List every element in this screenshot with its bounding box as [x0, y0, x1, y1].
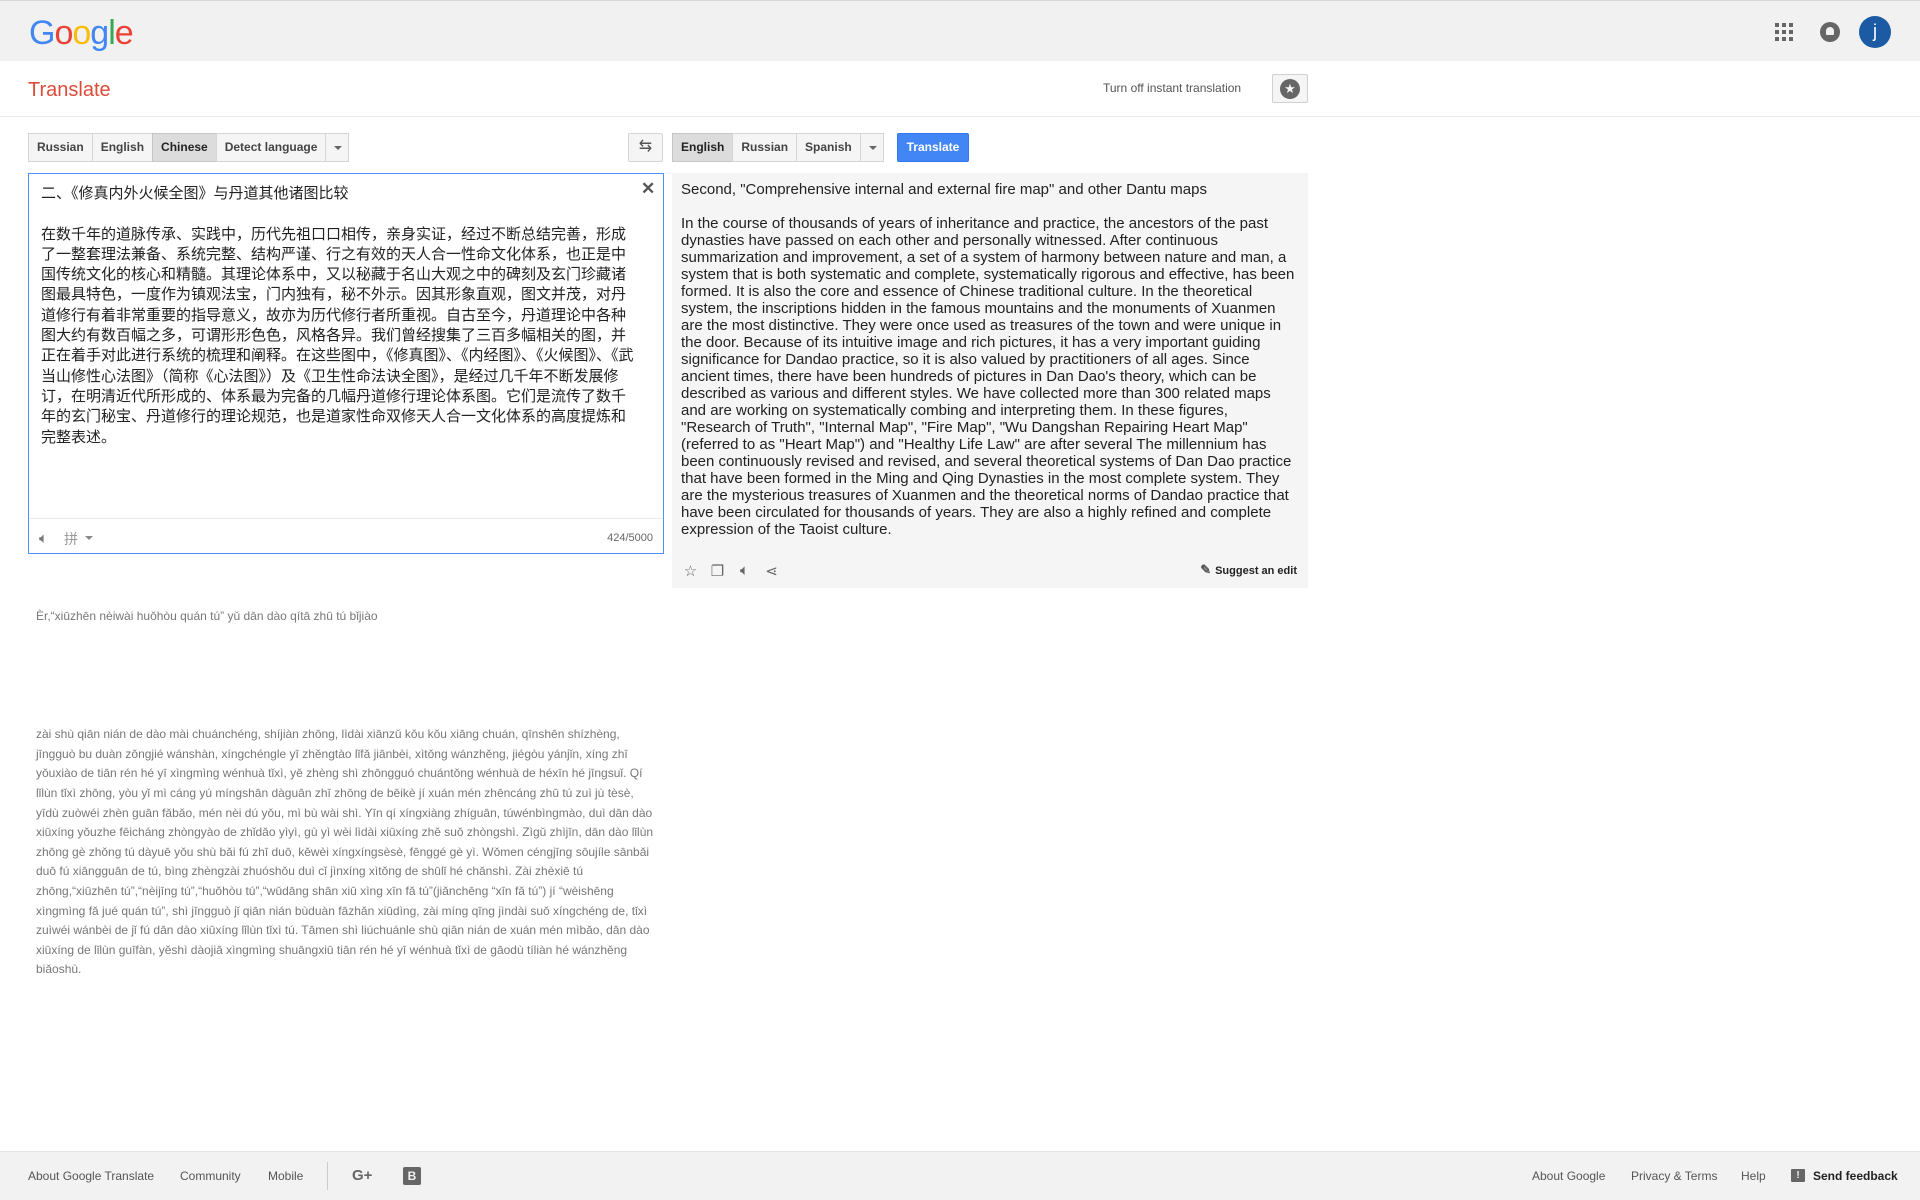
source-textarea[interactable]: 二、《修真内外火候全图》与丹道其他诸图比较 在数千年的道脉传承、实践中，历代先祖…: [28, 173, 664, 554]
swap-languages-button[interactable]: ⇆: [628, 133, 663, 162]
star-icon: ★: [1280, 78, 1300, 99]
target-lang-english[interactable]: English: [672, 133, 733, 162]
chevron-down-icon[interactable]: [85, 536, 93, 540]
source-lang-detect[interactable]: Detect language: [215, 133, 326, 162]
target-lang-dropdown[interactable]: [859, 133, 884, 162]
character-count: 424/5000: [607, 532, 653, 544]
translation-result[interactable]: Second, "Comprehensive internal and exte…: [681, 181, 1299, 538]
top-bar: Google j: [0, 0, 1920, 61]
swap-arrows-icon: ⇆: [638, 138, 653, 155]
logo-letter: G: [29, 14, 55, 52]
source-footer: 🔈︎ 拼 424/5000: [29, 518, 663, 554]
source-text[interactable]: 二、《修真内外火候全图》与丹道其他诸图比较 在数千年的道脉传承、实践中，历代先祖…: [41, 184, 636, 448]
logo-letter: e: [114, 14, 134, 52]
result-box: Second, "Comprehensive internal and exte…: [672, 173, 1308, 588]
target-lang-spanish[interactable]: Spanish: [796, 133, 860, 162]
clear-icon[interactable]: ✕: [641, 179, 655, 199]
blogger-icon[interactable]: B: [403, 1167, 421, 1185]
suggest-edit-button[interactable]: ✎ Suggest an edit: [1200, 562, 1297, 578]
turn-off-instant-link[interactable]: Turn off instant translation: [1103, 81, 1241, 95]
pencil-icon: ✎: [1200, 562, 1212, 577]
google-plus-icon[interactable]: G+: [352, 1167, 372, 1184]
speaker-icon[interactable]: 🔈︎: [736, 562, 753, 580]
share-icon[interactable]: ⋖: [763, 562, 780, 580]
footer-help[interactable]: Help: [1741, 1169, 1766, 1183]
pinyin-icon[interactable]: 拼: [64, 529, 78, 549]
logo-letter: o: [54, 14, 73, 52]
footer: About Google Translate Community Mobile …: [0, 1151, 1920, 1200]
phrasebook-button[interactable]: ★: [1272, 74, 1308, 103]
transliteration-title: Èr,“xiūzhēn nèiwài huǒhòu quán tú” yǔ dā…: [36, 609, 378, 624]
source-lang-chinese[interactable]: Chinese: [152, 133, 216, 162]
feedback-icon: !: [1791, 1169, 1805, 1182]
source-lang-russian[interactable]: Russian: [28, 133, 92, 162]
footer-privacy-terms[interactable]: Privacy & Terms: [1631, 1169, 1717, 1183]
page-title[interactable]: Translate: [28, 79, 111, 102]
footer-about-translate[interactable]: About Google Translate: [28, 1169, 154, 1183]
target-lang-russian[interactable]: Russian: [732, 133, 797, 162]
star-outline-icon[interactable]: ☆: [682, 562, 699, 580]
notifications-icon[interactable]: [1820, 22, 1840, 42]
apps-icon[interactable]: [1775, 23, 1793, 41]
suggest-edit-label: Suggest an edit: [1215, 565, 1297, 577]
footer-send-feedback[interactable]: Send feedback: [1813, 1169, 1898, 1183]
speaker-icon[interactable]: 🔈︎: [39, 530, 48, 547]
source-transliteration: Èr,“xiūzhēn nèiwài huǒhòu quán tú” yǔ dā…: [36, 568, 656, 999]
translate-button[interactable]: Translate: [897, 133, 969, 162]
footer-about-google[interactable]: About Google: [1532, 1169, 1605, 1183]
google-logo[interactable]: Google: [29, 14, 134, 52]
footer-community[interactable]: Community: [180, 1169, 241, 1183]
sub-header: Translate Turn off instant translation ★: [0, 61, 1920, 117]
source-language-bar: Russian English Chinese Detect language: [28, 133, 350, 162]
copy-icon[interactable]: ❐: [709, 562, 726, 580]
footer-mobile[interactable]: Mobile: [268, 1169, 303, 1183]
source-lang-english[interactable]: English: [91, 133, 153, 162]
logo-letter: o: [72, 14, 91, 52]
target-language-bar: English Russian Spanish: [672, 133, 884, 162]
result-toolbar: ☆ ❐ 🔈︎ ⋖: [682, 562, 780, 580]
source-lang-dropdown[interactable]: [325, 133, 350, 162]
transliteration-body: zài shù qiān nián de dào mài chuánchéng,…: [36, 727, 657, 977]
account-avatar[interactable]: j: [1859, 16, 1891, 48]
footer-divider: [327, 1162, 328, 1190]
logo-letter: g: [90, 14, 109, 52]
